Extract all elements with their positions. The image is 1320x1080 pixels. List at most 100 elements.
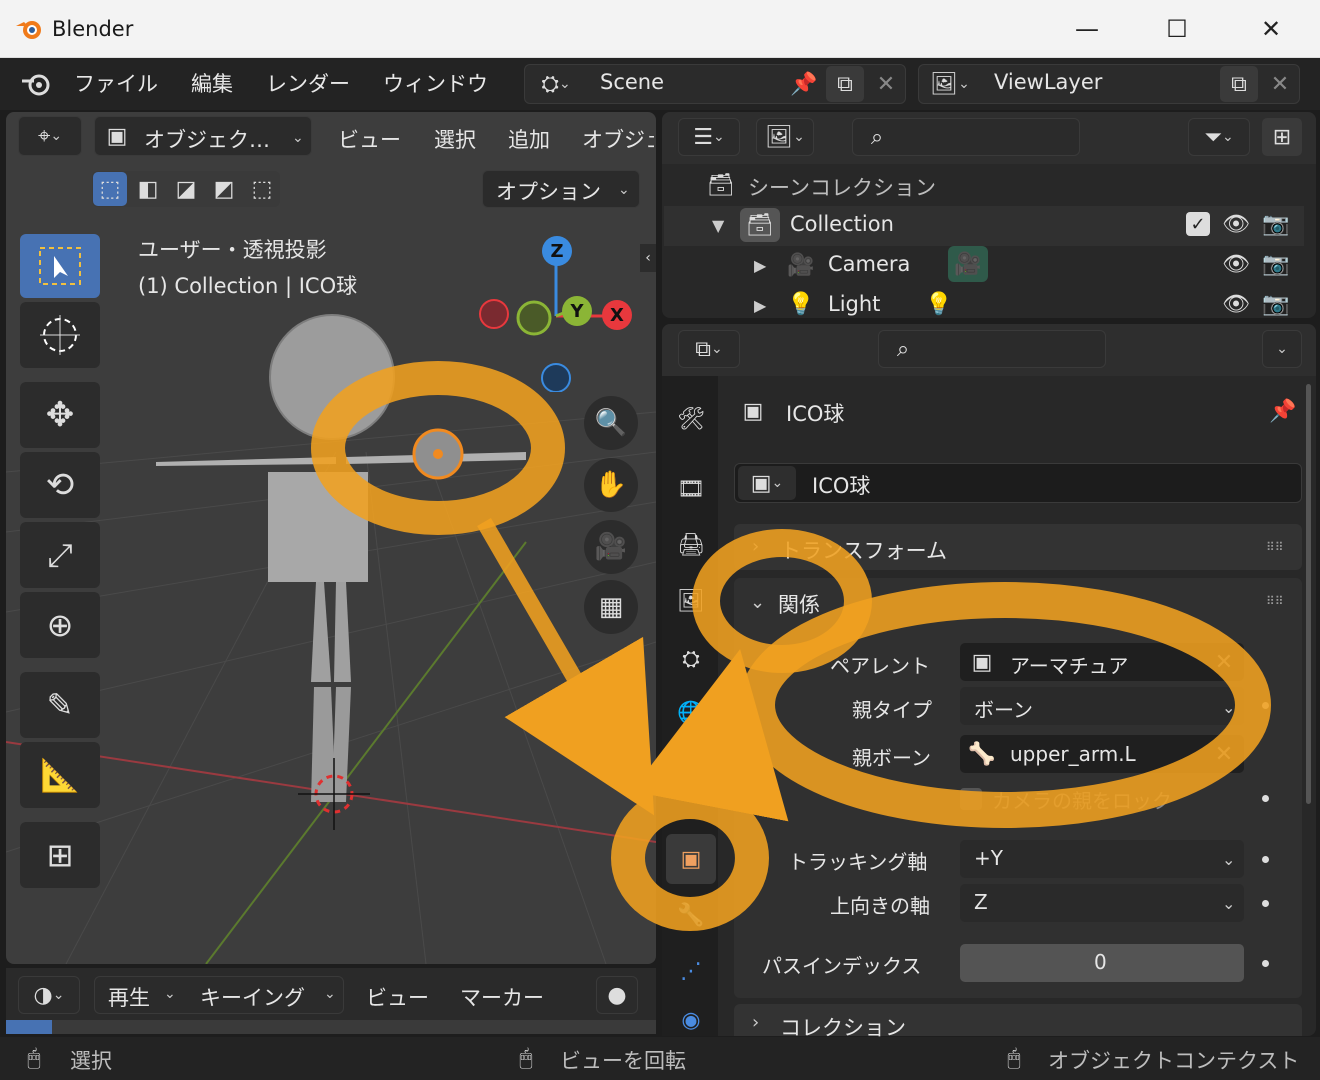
relations-drag-handle-icon[interactable]: ⠿⠿ [1266, 594, 1284, 608]
pass-index-value[interactable]: 0 [1094, 950, 1107, 974]
timeline-editor-type-icon[interactable]: ◑ ⌄ [18, 976, 80, 1014]
up-axis-value[interactable]: Z [974, 890, 988, 914]
mode-label[interactable]: オブジェク… [144, 124, 270, 154]
record-icon[interactable]: ● [596, 976, 638, 1014]
collection-visibility-icon[interactable]: 👁 [1220, 210, 1252, 238]
viewport-menu-object[interactable]: オブジェ [582, 124, 654, 154]
outliner-item-scene-collection[interactable]: シーンコレクション [748, 172, 936, 202]
close-button[interactable]: ✕ [1256, 14, 1286, 44]
zoom-view-icon[interactable]: 🔍 [584, 396, 638, 450]
object-browse-icon[interactable]: ▣ ⌄ [738, 466, 796, 500]
gizmo-y-axis[interactable]: Y [562, 296, 592, 326]
timeline-menu-keying[interactable]: キーイング [200, 982, 305, 1012]
light-render-icon[interactable]: 📷 [1260, 290, 1292, 318]
transform-expand-icon[interactable]: › [752, 536, 759, 557]
pin-icon[interactable]: 📌 [788, 68, 820, 100]
duplicate-scene-icon[interactable]: ⧉ [826, 66, 864, 102]
view-layer-tab-icon[interactable]: 🖼 [668, 578, 714, 624]
tool-tab-icon[interactable]: 🛠 [668, 396, 714, 442]
relations-section-title[interactable]: 関係 [778, 589, 820, 619]
menu-file[interactable]: ファイル [74, 68, 158, 98]
perspective-toggle-icon[interactable]: ▦ [584, 580, 638, 634]
select-subtract-icon[interactable]: ◪ [169, 172, 203, 206]
editor-type-icon[interactable]: ⌖ ⌄ [22, 118, 78, 154]
annotate-tool-icon[interactable]: ✎ [20, 672, 100, 738]
camera-expand-icon[interactable]: ▶ [754, 256, 766, 275]
parent-value[interactable]: アーマチュア [1010, 650, 1128, 679]
collection-render-icon[interactable]: 📷 [1260, 210, 1292, 238]
render-tab-icon[interactable]: 🎞 [668, 466, 714, 512]
camera-render-icon[interactable]: 📷 [1260, 250, 1292, 278]
add-cube-tool-icon[interactable]: ⊞ [20, 822, 100, 888]
collection-expand-icon[interactable]: ▼ [712, 216, 724, 235]
display-mode-icon[interactable]: 🖼 ⌄ [756, 118, 814, 156]
duplicate-viewlayer-icon[interactable]: ⧉ [1220, 66, 1258, 102]
viewport-menu-select[interactable]: 選択 [434, 124, 476, 154]
delete-viewlayer-icon[interactable]: ✕ [1264, 68, 1296, 100]
light-expand-icon[interactable]: ▶ [754, 296, 766, 315]
transform-section-title[interactable]: トランスフォーム [780, 535, 947, 565]
select-extend-icon[interactable]: ◧ [131, 172, 165, 206]
menu-window[interactable]: ウィンドウ [383, 68, 488, 98]
maximize-button[interactable]: ☐ [1162, 14, 1192, 44]
up-axis-dropdown[interactable] [960, 884, 1244, 922]
properties-options-icon[interactable]: ⌄ [1262, 330, 1302, 368]
tracking-axis-animate-dot[interactable] [1262, 856, 1269, 863]
properties-pin-icon[interactable]: 📌 [1266, 396, 1300, 426]
viewport-menu-add[interactable]: 追加 [508, 124, 550, 154]
options-label[interactable]: オプション [496, 176, 601, 206]
measure-tool-icon[interactable]: 📐 [20, 742, 100, 808]
parent-bone-clear-icon[interactable]: ✕ [1210, 740, 1238, 768]
collection-exclude-checkbox[interactable]: ✓ [1186, 212, 1210, 236]
menu-edit[interactable]: 編集 [191, 68, 233, 98]
delete-scene-icon[interactable]: ✕ [870, 68, 902, 100]
outliner-item-collection[interactable]: Collection [790, 212, 894, 236]
sidebar-toggle-icon[interactable]: ‹ [640, 244, 656, 272]
blender-menu-icon[interactable] [18, 66, 54, 102]
collections-expand-icon[interactable]: › [752, 1012, 759, 1033]
gizmo-x-axis[interactable]: X [602, 300, 632, 330]
lock-camera-checkbox[interactable] [960, 788, 982, 810]
object-name-value[interactable]: ICO球 [812, 470, 870, 500]
gizmo-z-axis[interactable]: Z [542, 236, 572, 266]
filter-icon[interactable]: ⏷ ⌄ [1188, 118, 1250, 156]
relations-collapse-icon[interactable]: ⌄ [750, 592, 765, 613]
parent-bone-value[interactable]: upper_arm.L [1010, 742, 1136, 766]
outliner-item-light[interactable]: Light [828, 292, 880, 316]
pass-index-animate-dot[interactable] [1262, 960, 1269, 967]
parent-type-animate-dot[interactable] [1262, 702, 1269, 709]
camera-visibility-icon[interactable]: 👁 [1220, 250, 1252, 278]
parent-clear-icon[interactable]: ✕ [1210, 648, 1238, 676]
world-tab-icon[interactable]: 🌐 [668, 690, 714, 736]
scene-name[interactable]: Scene [600, 70, 664, 94]
menu-render[interactable]: レンダー [266, 68, 350, 98]
scene-icon[interactable]: ⛭ ⌄ [530, 67, 582, 101]
tracking-axis-value[interactable]: +Y [974, 846, 1003, 870]
up-axis-animate-dot[interactable] [1262, 900, 1269, 907]
output-tab-icon[interactable]: 🖨 [668, 522, 714, 568]
viewlayer-icon[interactable]: 🖼 ⌄ [924, 67, 976, 101]
viewport-menu-view[interactable]: ビュー [338, 124, 401, 154]
transform-drag-handle-icon[interactable]: ⠿⠿ [1266, 540, 1284, 554]
timeline-scrubber[interactable] [6, 1020, 656, 1034]
timeline-menu-marker[interactable]: マーカー [460, 982, 544, 1012]
outliner-editor-type-icon[interactable]: ☰ ⌄ [678, 118, 740, 156]
physics-tab-icon[interactable]: ◉ [668, 1004, 714, 1036]
scale-tool-icon[interactable]: ⤢ [20, 522, 100, 588]
light-data-icon[interactable]: 💡 [922, 290, 956, 318]
timeline-menu-view[interactable]: ビュー [366, 982, 429, 1012]
transform-tool-icon[interactable]: ⊕ [20, 592, 100, 658]
select-intersect-icon[interactable]: ⬚ [245, 172, 279, 206]
lock-camera-label[interactable]: カメラの親をロック [992, 785, 1172, 814]
particles-tab-icon[interactable]: ⋰ [668, 948, 714, 994]
scene-tab-icon[interactable]: ⛭ [668, 636, 714, 682]
rotate-tool-icon[interactable]: ⟲ [20, 452, 100, 518]
parent-type-value[interactable]: ボーン [974, 694, 1033, 723]
modifier-tab-icon[interactable]: 🔧 [668, 892, 714, 938]
camera-view-icon[interactable]: 🎥 [584, 520, 638, 574]
light-visibility-icon[interactable]: 👁 [1220, 290, 1252, 318]
select-new-icon[interactable]: ⬚ [93, 172, 127, 206]
viewlayer-name[interactable]: ViewLayer [994, 70, 1102, 94]
select-box-tool-icon[interactable] [20, 234, 100, 298]
properties-scrollbar[interactable] [1306, 384, 1311, 804]
